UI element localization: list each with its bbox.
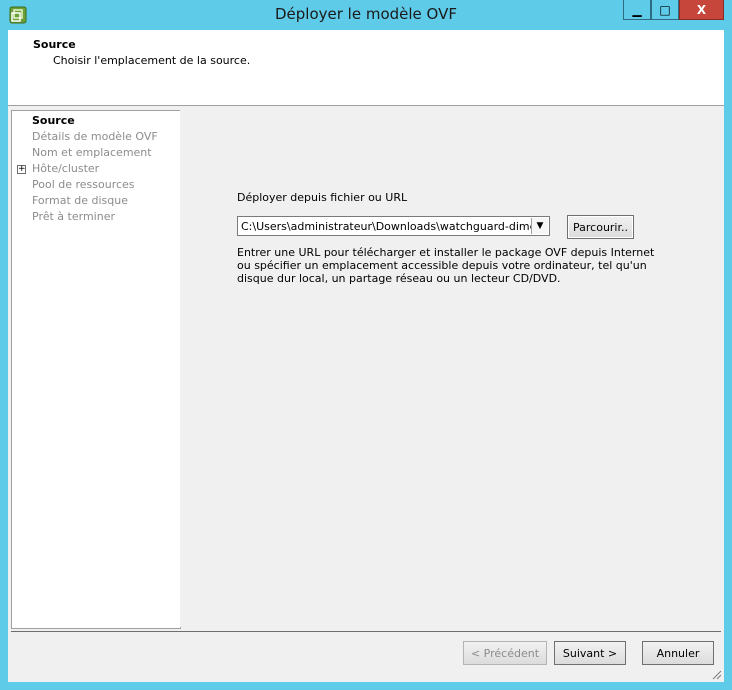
minimize-button[interactable]: ▁: [623, 0, 651, 20]
wizard-header: Source Choisir l'emplacement de la sourc…: [8, 30, 724, 106]
step-resource-pool[interactable]: Pool de ressources: [32, 178, 135, 191]
resize-grip-icon[interactable]: [710, 668, 722, 680]
minimize-icon: ▁: [632, 2, 642, 17]
page-title: Source: [33, 38, 76, 51]
footer-divider: [11, 631, 721, 632]
next-button[interactable]: Suivant >: [554, 641, 626, 665]
maximize-button[interactable]: □: [651, 0, 679, 20]
browse-button[interactable]: Parcourir..: [567, 215, 634, 239]
source-path-value[interactable]: C:\Users\administrateur\Downloads\watchg…: [241, 220, 531, 233]
cancel-button[interactable]: Annuler: [642, 641, 714, 665]
steps-panel: Source Détails de modèle OVF Nom et empl…: [11, 110, 181, 629]
previous-button[interactable]: < Précédent: [463, 641, 547, 665]
dropdown-arrow-icon[interactable]: ▼: [531, 218, 548, 234]
step-name-location[interactable]: Nom et emplacement: [32, 146, 152, 159]
close-icon: X: [696, 2, 707, 17]
step-disk-format[interactable]: Format de disque: [32, 194, 128, 207]
expand-icon[interactable]: +: [17, 165, 26, 174]
wizard-window: Déployer le modèle OVF ▁ □ X Source Choi…: [0, 0, 732, 690]
wizard-client-area: Source Choisir l'emplacement de la sourc…: [8, 30, 724, 682]
step-ready[interactable]: Prêt à terminer: [32, 210, 115, 223]
close-button[interactable]: X: [679, 0, 724, 20]
step-source[interactable]: Source: [32, 114, 75, 127]
title-bar[interactable]: Déployer le modèle OVF ▁ □ X: [0, 0, 732, 30]
step-ovf-details[interactable]: Détails de modèle OVF: [32, 130, 158, 143]
step-host-cluster[interactable]: Hôte/cluster: [32, 162, 99, 175]
source-description: Entrer une URL pour télécharger et insta…: [237, 246, 655, 285]
source-path-combobox[interactable]: C:\Users\administrateur\Downloads\watchg…: [237, 216, 550, 236]
main-panel: Déployer depuis fichier ou URL C:\Users\…: [180, 110, 724, 627]
deploy-source-label: Déployer depuis fichier ou URL: [237, 191, 408, 204]
page-subtitle: Choisir l'emplacement de la source.: [53, 54, 251, 67]
maximize-icon: □: [659, 2, 671, 17]
